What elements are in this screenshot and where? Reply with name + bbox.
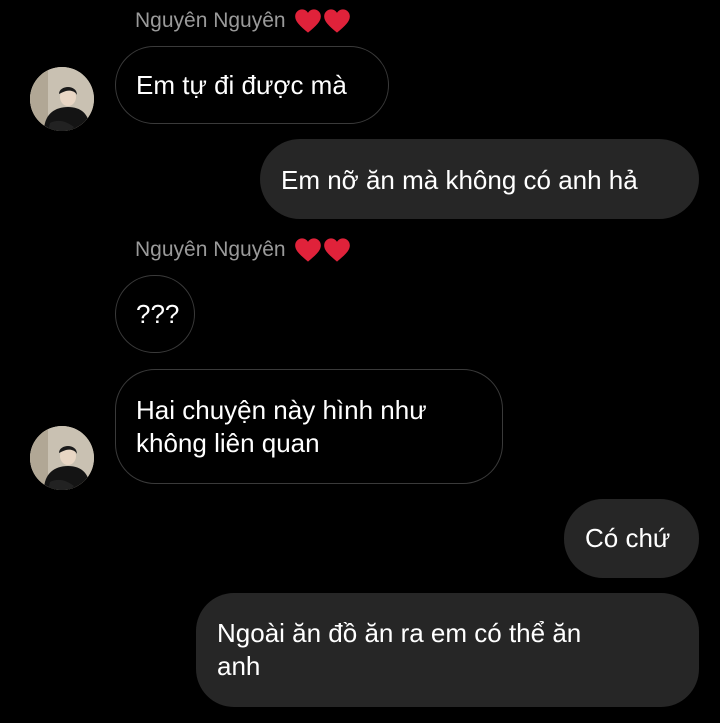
- message-text-line: anh: [217, 651, 261, 681]
- message-text-line: không liên quan: [136, 428, 320, 458]
- hearts: [294, 237, 351, 263]
- message-text: Em nỡ ăn mà không có anh hả: [281, 165, 638, 195]
- hearts: [294, 8, 351, 34]
- message-bubble-incoming[interactable]: ???: [115, 275, 195, 353]
- red-heart-icon: [323, 9, 350, 33]
- message-bubble-incoming[interactable]: Em tự đi được mà: [115, 46, 389, 124]
- red-heart-icon: [294, 238, 321, 262]
- message-text: ???: [136, 299, 180, 329]
- avatar[interactable]: [30, 426, 94, 490]
- message-bubble-outgoing[interactable]: Có chứ: [564, 499, 699, 578]
- avatar[interactable]: [30, 67, 94, 131]
- message-text: Có chứ: [585, 523, 671, 553]
- message-bubble-incoming[interactable]: Hai chuyện này hình như không liên quan: [115, 369, 503, 484]
- message-text-line: Ngoài ăn đồ ăn ra em có thể ăn: [217, 618, 582, 648]
- message-bubble-outgoing[interactable]: Ngoài ăn đồ ăn ra em có thể ăn anh: [196, 593, 699, 707]
- message-text-line: Hai chuyện này hình như: [136, 395, 427, 425]
- message-text: Em tự đi được mà: [136, 70, 347, 100]
- profile-avatar-icon: [30, 67, 94, 131]
- sender-name: Nguyên Nguyên: [135, 237, 351, 263]
- profile-avatar-icon: [30, 426, 94, 490]
- sender-name-text: Nguyên Nguyên: [135, 9, 286, 32]
- red-heart-icon: [323, 238, 350, 262]
- sender-name: Nguyên Nguyên: [135, 8, 351, 34]
- sender-name-text: Nguyên Nguyên: [135, 238, 286, 261]
- red-heart-icon: [294, 9, 321, 33]
- message-bubble-outgoing[interactable]: Em nỡ ăn mà không có anh hả: [260, 139, 699, 219]
